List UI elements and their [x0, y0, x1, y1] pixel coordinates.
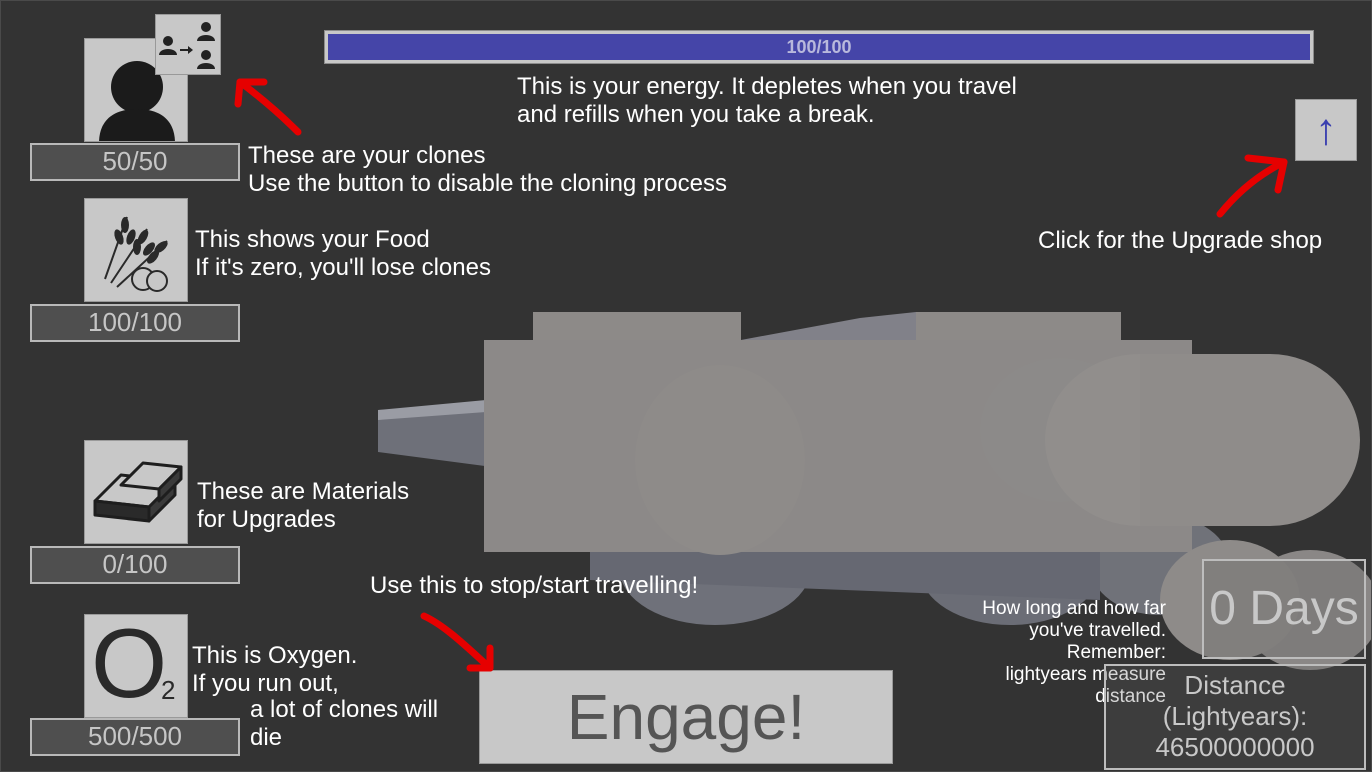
- arrow-to-engage-button: [420, 612, 494, 672]
- tutorial-arrows: [234, 78, 1288, 672]
- arrow-to-upgrade-button: [1216, 158, 1288, 218]
- arrow-to-clone-toggle: [236, 78, 302, 136]
